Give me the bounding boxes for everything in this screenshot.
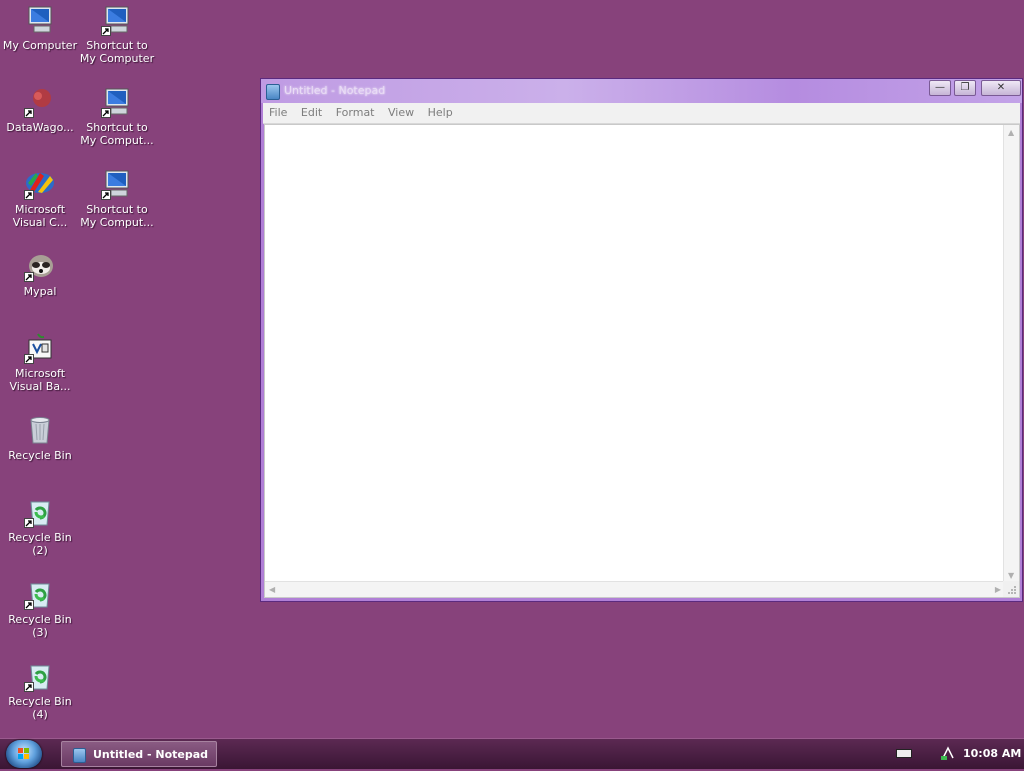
desktop-icon-label: Recycle Bin (3) bbox=[8, 613, 72, 639]
visual-basic-icon bbox=[24, 332, 56, 364]
scroll-up-icon[interactable]: ▲ bbox=[1008, 128, 1014, 137]
desktop-icon-mypal[interactable]: Mypal bbox=[1, 250, 79, 298]
editor-area: ▲ ▼ ◀ ▶ bbox=[264, 124, 1020, 598]
desktop-icon-recycle-bin-2[interactable]: Recycle Bin (2) bbox=[1, 496, 79, 557]
desktop-icon-label: My Computer bbox=[2, 39, 78, 52]
computer-icon bbox=[24, 4, 56, 36]
minimize-button[interactable]: — bbox=[929, 80, 951, 96]
network-icon[interactable] bbox=[940, 745, 956, 761]
computer-icon bbox=[101, 168, 133, 200]
desktop-icon-shortcut-my-computer[interactable]: Shortcut to My Computer bbox=[78, 4, 156, 65]
desktop-icon-visual-basic[interactable]: Microsoft Visual Ba... bbox=[1, 332, 79, 393]
recycle-bin-empty-icon bbox=[24, 414, 56, 446]
menu-file[interactable]: File bbox=[269, 103, 287, 123]
clock[interactable]: 10:08 AM bbox=[963, 747, 1021, 760]
desktop-icon-visual-c[interactable]: Microsoft Visual C... bbox=[1, 168, 79, 229]
scroll-right-icon[interactable]: ▶ bbox=[995, 585, 1001, 594]
desktop-icon-shortcut-my-computer-2[interactable]: Shortcut to My Comput... bbox=[78, 86, 156, 147]
desktop-icon-recycle-bin-4[interactable]: Recycle Bin (4) bbox=[1, 660, 79, 721]
shortcut-arrow-icon bbox=[101, 26, 111, 36]
visual-c-icon bbox=[24, 168, 56, 200]
desktop-icon-label: Recycle Bin (2) bbox=[8, 531, 72, 557]
desktop-icon-label: Shortcut to My Comput... bbox=[80, 203, 154, 229]
keyboard-icon[interactable] bbox=[896, 749, 912, 758]
shortcut-arrow-icon bbox=[24, 682, 34, 692]
shortcut-arrow-icon bbox=[101, 108, 111, 118]
shortcut-arrow-icon bbox=[24, 354, 34, 364]
maximize-button[interactable]: ❐ bbox=[954, 80, 976, 96]
scroll-left-icon[interactable]: ◀ bbox=[269, 585, 275, 594]
recycle-bin-icon bbox=[24, 660, 56, 692]
taskbar-button-notepad[interactable]: Untitled - Notepad bbox=[61, 741, 217, 767]
desktop-icon-shortcut-my-computer-3[interactable]: Shortcut to My Comput... bbox=[78, 168, 156, 229]
shortcut-arrow-icon bbox=[24, 518, 34, 528]
desktop-icon-label: DataWago... bbox=[6, 121, 74, 134]
shortcut-arrow-icon bbox=[24, 190, 34, 200]
computer-icon bbox=[101, 4, 133, 36]
taskbar: Untitled - Notepad 10:08 AM bbox=[0, 738, 1024, 769]
horizontal-scrollbar[interactable]: ◀ ▶ bbox=[265, 581, 1005, 597]
close-button[interactable]: ✕ bbox=[981, 80, 1021, 96]
desktop-icon-my-computer[interactable]: My Computer bbox=[1, 4, 79, 52]
raccoon-icon bbox=[24, 250, 56, 282]
shortcut-arrow-icon bbox=[24, 108, 34, 118]
windows-logo-icon bbox=[18, 748, 29, 759]
shortcut-arrow-icon bbox=[24, 272, 34, 282]
desktop-icon-datawago[interactable]: DataWago... bbox=[1, 86, 79, 134]
notepad-icon bbox=[266, 84, 280, 100]
start-button[interactable] bbox=[6, 740, 42, 768]
shortcut-arrow-icon bbox=[24, 600, 34, 610]
menu-help[interactable]: Help bbox=[428, 103, 453, 123]
menu-format[interactable]: Format bbox=[336, 103, 375, 123]
notepad-window[interactable]: Untitled - Notepad — ❐ ✕ File Edit Forma… bbox=[260, 78, 1023, 602]
desktop-icon-label: Shortcut to My Computer bbox=[79, 39, 155, 65]
desktop-icon-recycle-bin[interactable]: Recycle Bin bbox=[1, 414, 79, 462]
desktop-icon-label: Microsoft Visual C... bbox=[12, 203, 68, 229]
window-title: Untitled - Notepad bbox=[284, 84, 386, 97]
computer-icon bbox=[101, 86, 133, 118]
menu-view[interactable]: View bbox=[388, 103, 414, 123]
notepad-icon bbox=[73, 748, 86, 763]
menu-edit[interactable]: Edit bbox=[301, 103, 322, 123]
desktop-icon-recycle-bin-3[interactable]: Recycle Bin (3) bbox=[1, 578, 79, 639]
shortcut-arrow-icon bbox=[101, 190, 111, 200]
scroll-down-icon[interactable]: ▼ bbox=[1008, 571, 1014, 580]
title-bar[interactable]: Untitled - Notepad — ❐ ✕ bbox=[261, 79, 1022, 103]
recycle-bin-icon bbox=[24, 578, 56, 610]
datawagon-icon bbox=[24, 86, 56, 118]
vertical-scrollbar[interactable]: ▲ ▼ bbox=[1003, 125, 1019, 583]
desktop-icon-label: Shortcut to My Comput... bbox=[80, 121, 154, 147]
taskbar-button-label: Untitled - Notepad bbox=[93, 748, 209, 761]
desktop-icon-label: Microsoft Visual Ba... bbox=[9, 367, 71, 393]
resize-grip-icon[interactable] bbox=[1003, 581, 1019, 597]
desktop-icon-label: Recycle Bin bbox=[8, 449, 72, 462]
menu-bar: File Edit Format View Help bbox=[263, 103, 1020, 124]
recycle-bin-icon bbox=[24, 496, 56, 528]
desktop-icon-label: Mypal bbox=[23, 285, 57, 298]
desktop-icon-label: Recycle Bin (4) bbox=[8, 695, 72, 721]
text-editor[interactable] bbox=[265, 125, 1005, 583]
